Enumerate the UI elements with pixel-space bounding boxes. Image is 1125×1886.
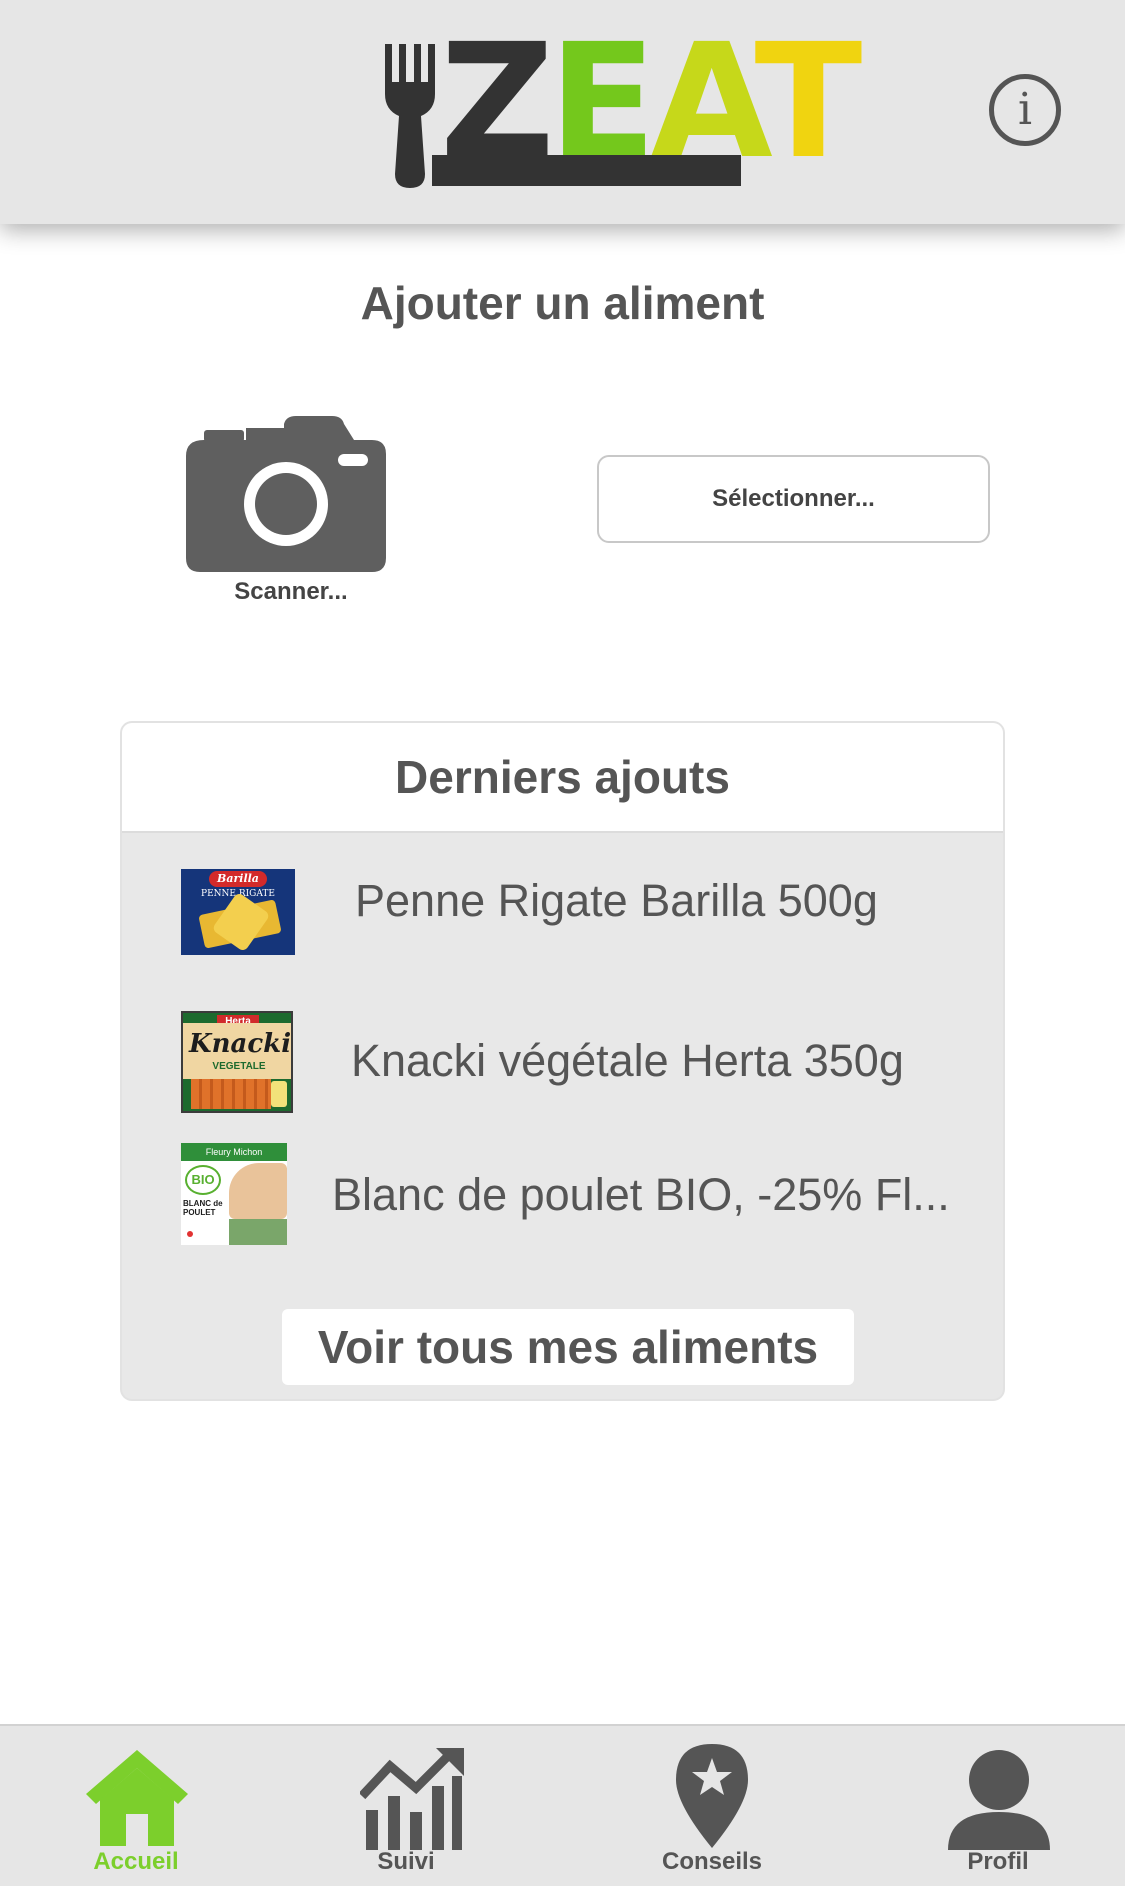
- select-button[interactable]: Sélectionner...: [597, 455, 990, 543]
- list-item[interactable]: Fleury Michon BIO BLANC de POULET Blanc …: [122, 1143, 1003, 1253]
- add-food-title: Ajouter un aliment: [360, 277, 765, 329]
- product-name: Blanc de poulet BIO, -25% Fl...: [332, 1169, 950, 1220]
- product-name: Knacki végétale Herta 350g: [351, 1035, 904, 1086]
- scan-label: Scanner...: [234, 578, 348, 605]
- fork-icon: [385, 44, 435, 188]
- product-thumbnail: Barilla PENNE RIGATE: [181, 869, 295, 955]
- user-icon: [948, 1750, 1050, 1850]
- tab-label: Profil: [967, 1848, 1029, 1875]
- home-icon: [86, 1750, 188, 1846]
- product-name: Penne Rigate Barilla 500g: [355, 875, 878, 926]
- info-icon: i: [1017, 84, 1033, 135]
- map-pin-star-icon: [676, 1744, 748, 1848]
- tab-conseils[interactable]: Conseils: [632, 1726, 792, 1886]
- product-thumbnail: Herta Knacki VEGETALE: [181, 1011, 293, 1113]
- recent-additions-card: Derniers ajouts Barilla PENNE RIGATE Pen…: [120, 721, 1005, 1401]
- tab-suivi[interactable]: Suivi: [326, 1726, 486, 1886]
- see-all-foods-button[interactable]: Voir tous mes aliments: [282, 1309, 854, 1385]
- tab-profil[interactable]: Profil: [918, 1726, 1078, 1886]
- app-header: ZEAT i: [0, 0, 1125, 224]
- product-thumbnail: Fleury Michon BIO BLANC de POULET: [181, 1143, 287, 1245]
- list-item[interactable]: Barilla PENNE RIGATE Penne Rigate Barill…: [122, 863, 1003, 973]
- info-button[interactable]: i: [989, 74, 1061, 146]
- tab-label: Accueil: [93, 1848, 179, 1875]
- bottom-tab-bar: Accueil Suivi Conseils Profil: [0, 1724, 1125, 1886]
- logo-underline: [432, 155, 741, 186]
- tab-label: Conseils: [661, 1848, 763, 1875]
- recent-additions-title: Derniers ajouts: [122, 723, 1003, 833]
- list-item[interactable]: Herta Knacki VEGETALE Knacki végétale He…: [122, 1011, 1003, 1121]
- camera-icon: [186, 416, 386, 572]
- chart-trend-icon: [360, 1748, 464, 1850]
- tab-label: Suivi: [377, 1848, 435, 1875]
- tab-accueil[interactable]: Accueil: [56, 1726, 216, 1886]
